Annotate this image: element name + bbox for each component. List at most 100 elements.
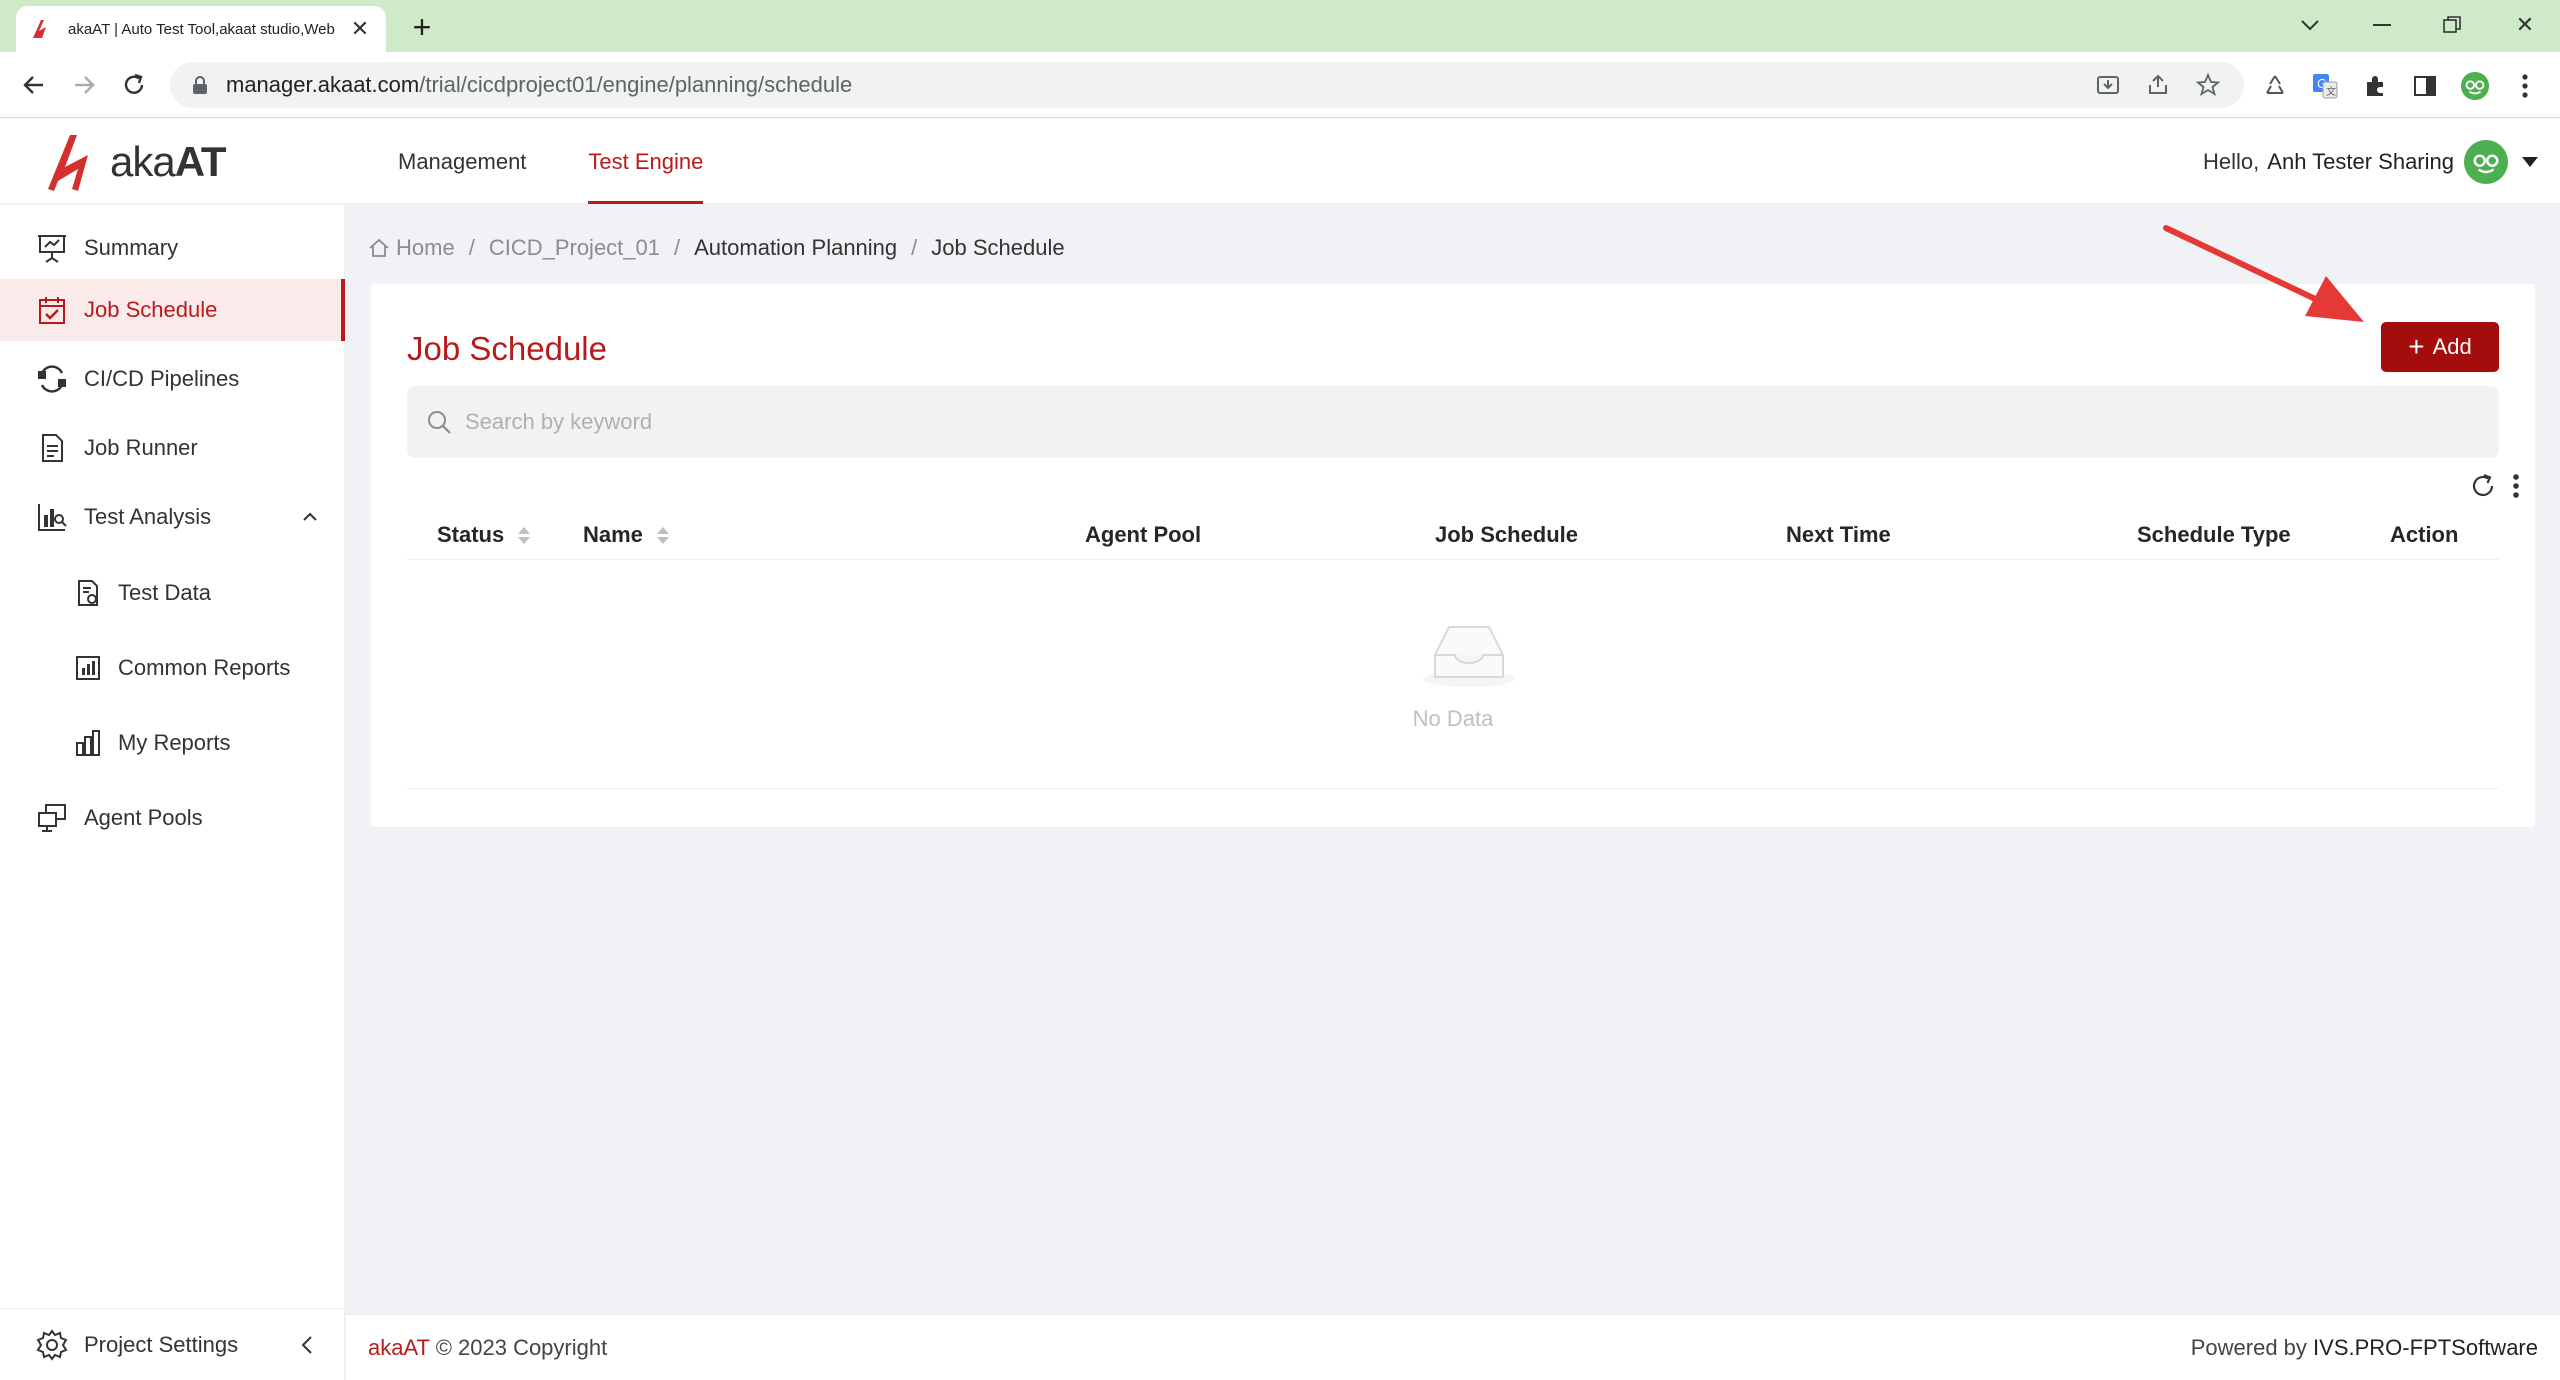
sidebar-item-job-schedule[interactable]: Job Schedule	[0, 279, 345, 341]
tab-search-chevron-icon[interactable]	[2290, 10, 2330, 40]
column-schedule-type: Schedule Type	[2137, 522, 2291, 547]
caret-down-icon[interactable]	[2522, 156, 2538, 167]
bar-chart-icon	[76, 730, 100, 756]
browser-menu-icon[interactable]	[2510, 71, 2540, 101]
analysis-icon	[38, 504, 67, 531]
chevron-left-icon[interactable]	[295, 1333, 319, 1357]
lock-icon	[193, 76, 207, 94]
page-title: Job Schedule	[407, 330, 607, 367]
nav-management[interactable]: Management	[398, 119, 526, 204]
tab-title: akaAT | Auto Test Tool,akaat studio,Web	[68, 20, 335, 38]
breadcrumb-separator: /	[674, 235, 681, 260]
sort-icon[interactable]	[518, 526, 531, 544]
install-app-icon[interactable]	[2096, 73, 2120, 97]
tab-close-icon[interactable]: ✕	[348, 16, 372, 41]
svg-text:文: 文	[2326, 85, 2336, 98]
breadcrumb-separator: /	[468, 235, 475, 260]
new-tab-button[interactable]: +	[405, 9, 439, 45]
table-tools	[2457, 472, 2523, 500]
akaat-logo[interactable]: akaAT	[44, 129, 227, 195]
sidebar-item-test-analysis[interactable]: Test Analysis	[0, 486, 345, 548]
recycle-extension-icon[interactable]	[2260, 71, 2290, 101]
nav-test-engine[interactable]: Test Engine	[588, 119, 703, 204]
breadcrumb-automation-planning[interactable]: Automation Planning	[694, 235, 897, 261]
sidebar-item-label: Test Data	[118, 580, 211, 605]
address-bar[interactable]: manager.akaat.com/trial/cicdproject01/en…	[170, 62, 2244, 108]
logo-text: akaAT	[110, 138, 227, 185]
search-box[interactable]	[407, 386, 2499, 458]
breadcrumb-home[interactable]: Home	[396, 235, 455, 261]
avatar[interactable]	[2464, 139, 2508, 184]
breadcrumb-project[interactable]: CICD_Project_01	[489, 235, 660, 261]
column-job-schedule: Job Schedule	[1435, 522, 1579, 547]
app-header: akaAT Management Test Engine Hello, Anh …	[0, 119, 2560, 204]
akaat-favicon-icon	[33, 20, 46, 38]
breadcrumb: Home / CICD_Project_01 / Automation Plan…	[368, 230, 1065, 266]
chevron-up-icon[interactable]	[301, 508, 319, 526]
sidebar-item-label: Common Reports	[118, 655, 291, 680]
home-icon	[369, 238, 389, 257]
column-name[interactable]: Name	[583, 510, 669, 560]
report-chart-icon	[76, 656, 100, 680]
plus-icon: +	[2408, 331, 2425, 362]
forward-button[interactable]	[66, 67, 102, 103]
powered-by: Powered by IVS.PRO-FPTSoftware	[2190, 1335, 2538, 1360]
minimize-button[interactable]	[2362, 10, 2402, 40]
no-data-text: No Data	[1412, 706, 1494, 731]
sidebar-item-cicd-pipelines[interactable]: CI/CD Pipelines	[0, 348, 345, 410]
restore-button[interactable]	[2432, 10, 2472, 40]
pipeline-icon	[38, 365, 66, 393]
table-header: Status Name Agent Pool Job Schedule Next…	[407, 510, 2499, 560]
sidebar-item-job-runner[interactable]: Job Runner	[0, 417, 345, 479]
greeting-text: Hello,	[2203, 148, 2260, 174]
browser-tab-bar: akaAT | Auto Test Tool,akaat studio,Web …	[0, 0, 2560, 52]
sidebar-item-label: Test Analysis	[84, 504, 212, 529]
app-footer: akaAT © 2023 Copyright Powered by IVS.PR…	[346, 1314, 2560, 1380]
data-file-icon	[78, 580, 98, 606]
search-input[interactable]	[465, 409, 2365, 435]
url-text: manager.akaat.com/trial/cicdproject01/en…	[226, 72, 853, 97]
column-status[interactable]: Status	[437, 510, 531, 560]
back-button[interactable]	[16, 67, 52, 103]
add-button-label: Add	[2432, 334, 2472, 359]
sidebar-item-label: CI/CD Pipelines	[84, 366, 240, 391]
translate-extension-icon[interactable]: G文	[2310, 71, 2340, 101]
akaat-logo-icon	[48, 135, 88, 191]
sidebar-item-project-settings[interactable]: Project Settings	[0, 1308, 345, 1380]
more-options-icon[interactable]	[2509, 472, 2523, 500]
gear-icon	[36, 1328, 68, 1361]
sidebar-item-my-reports[interactable]: My Reports	[0, 712, 345, 774]
presentation-icon	[38, 235, 66, 263]
breadcrumb-separator: /	[911, 235, 918, 260]
extensions-puzzle-icon[interactable]	[2360, 71, 2390, 101]
user-menu[interactable]: Hello, Anh Tester Sharing	[2203, 119, 2538, 204]
sidebar-item-test-data[interactable]: Test Data	[0, 562, 345, 624]
breadcrumb-current: Job Schedule	[931, 235, 1065, 260]
sidebar: Summary Job Schedule CI/CD Pipelines Job…	[0, 205, 345, 1380]
reload-button[interactable]	[116, 67, 152, 103]
column-agent-pool: Agent Pool	[1085, 522, 1202, 547]
sidebar-item-agent-pools[interactable]: Agent Pools	[0, 787, 345, 849]
sidebar-item-label: Job Schedule	[84, 297, 218, 322]
sidebar-item-summary[interactable]: Summary	[0, 217, 345, 279]
footer-brand-link[interactable]: akaAT	[368, 1335, 430, 1360]
sort-icon[interactable]	[656, 526, 669, 544]
share-icon[interactable]	[2146, 73, 2170, 97]
bookmark-star-icon[interactable]	[2196, 73, 2220, 97]
browser-tab[interactable]: akaAT | Auto Test Tool,akaat studio,Web …	[16, 6, 386, 52]
profile-avatar-icon[interactable]	[2460, 71, 2490, 101]
refresh-icon[interactable]	[2469, 472, 2497, 500]
empty-inbox-icon	[1423, 626, 1515, 687]
side-panel-icon[interactable]	[2410, 71, 2440, 101]
user-name: Anh Tester Sharing	[2267, 148, 2454, 174]
top-navigation: Management Test Engine	[398, 119, 765, 204]
copyright: akaAT © 2023 Copyright	[368, 1335, 608, 1360]
search-icon	[428, 411, 451, 434]
sidebar-item-common-reports[interactable]: Common Reports	[0, 637, 345, 699]
browser-toolbar: manager.akaat.com/trial/cicdproject01/en…	[0, 52, 2560, 118]
close-window-button[interactable]: ✕	[2505, 10, 2545, 40]
monitors-icon	[38, 804, 66, 832]
add-button[interactable]: + Add	[2381, 322, 2499, 372]
sidebar-item-label: Agent Pools	[84, 805, 203, 830]
annotation-arrow-icon	[2163, 225, 2364, 322]
